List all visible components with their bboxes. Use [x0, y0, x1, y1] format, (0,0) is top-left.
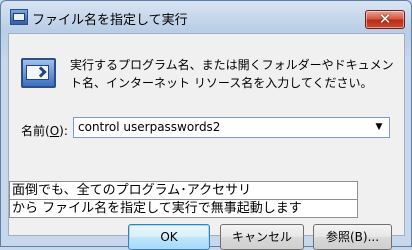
name-label-prefix: 名前( [21, 124, 50, 138]
close-icon: ✕ [378, 10, 392, 28]
ok-button[interactable]: OK [128, 224, 210, 250]
run-app-icon [10, 9, 28, 25]
chevron-down-icon[interactable]: ▼ [371, 118, 387, 137]
browse-button[interactable]: 参照(B)... [313, 224, 392, 250]
run-dialog-window: ファイル名を指定して実行 ✕ 実行するプログラム名、または開くフォルダーやドキュ… [0, 0, 412, 250]
run-program-icon [21, 58, 56, 88]
name-label: 名前(O): [21, 122, 68, 139]
window-title: ファイル名を指定して実行 [32, 13, 188, 28]
command-combobox[interactable]: control userpasswords2 ▼ [73, 117, 390, 138]
cancel-button[interactable]: キャンセル [220, 224, 304, 250]
title-bar[interactable]: ファイル名を指定して実行 ✕ [1, 1, 411, 33]
annotation-line-1: 面倒でも、全てのプログラム･アクセサリ [9, 181, 358, 199]
close-button[interactable]: ✕ [365, 10, 405, 29]
dialog-body: 実行するプログラム名、または開くフォルダーやドキュメント名、インターネット リソ… [8, 33, 405, 250]
name-label-suffix: ): [59, 124, 68, 138]
annotation-line-2: から ファイル名を指定して実行で無事起動します [9, 199, 358, 218]
dialog-description: 実行するプログラム名、または開くフォルダーやドキュメント名、インターネット リソ… [70, 58, 394, 90]
command-input[interactable]: control userpasswords2 [78, 120, 220, 134]
annotation-overlay: 面倒でも、全てのプログラム･アクセサリ から ファイル名を指定して実行で無事起動… [9, 181, 358, 218]
name-label-accelerator: O [49, 124, 60, 138]
